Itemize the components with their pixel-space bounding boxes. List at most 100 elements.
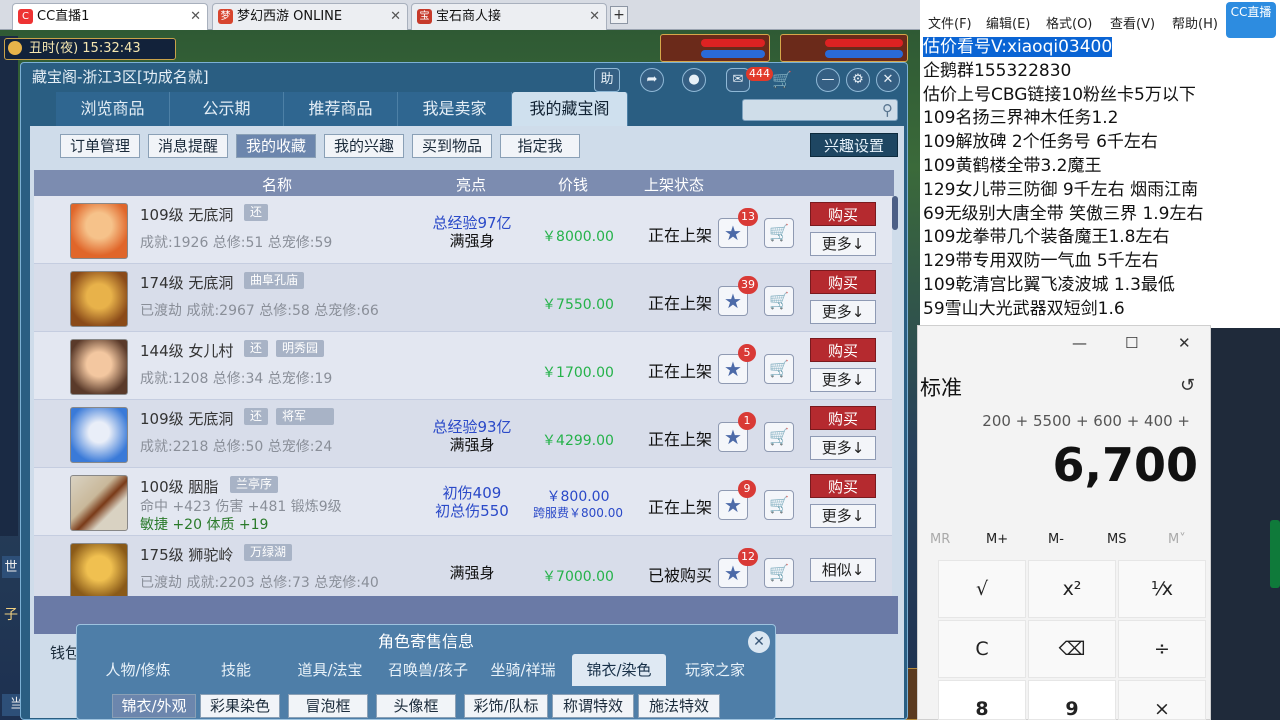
more-button[interactable]: 更多↓ [810, 436, 876, 460]
add-to-cart-icon[interactable]: 🛒 [764, 490, 794, 520]
menu-help[interactable]: 帮助(H) [1172, 13, 1218, 32]
add-to-cart-icon[interactable]: 🛒 [764, 286, 794, 316]
table-row[interactable]: 144级 女儿村 还 明秀园 成就:1208 总修:34 总宠修:19 ￥170… [34, 332, 892, 400]
interest-settings-button[interactable]: 兴趣设置 [810, 133, 898, 157]
my-favorites-button[interactable]: 我的收藏 [236, 134, 316, 158]
menu-format[interactable]: 格式(O) [1046, 13, 1092, 32]
buy-button[interactable]: 购买 [810, 202, 876, 226]
browser-tab-cc-live[interactable]: C CC直播1 ✕ [12, 3, 208, 30]
help-button[interactable]: 助 [594, 68, 620, 92]
subtab-dye[interactable]: 彩果染色 [200, 694, 280, 718]
weapon-icon[interactable] [70, 475, 128, 531]
tab-my-cbg[interactable]: 我的藏宝阁 [512, 92, 628, 126]
browser-tab-gem[interactable]: 宝 宝石商人接 ✕ [411, 3, 607, 30]
digit-9-key[interactable]: 9 [1028, 680, 1116, 720]
multiply-key[interactable]: × [1118, 680, 1206, 720]
add-to-cart-icon[interactable]: 🛒 [764, 558, 794, 588]
tab-skills[interactable]: 技能 [194, 654, 278, 686]
notepad-text[interactable]: 估价看号V:xiaoqi03400 企鹅群155322830 估价上号CBG链接… [923, 36, 1273, 322]
my-interests-button[interactable]: 我的兴趣 [324, 134, 404, 158]
more-button[interactable]: 更多↓ [810, 232, 876, 256]
maximize-button[interactable]: ☐ [1125, 334, 1138, 352]
record-icon[interactable]: ● [682, 68, 706, 92]
tab-browse[interactable]: 浏览商品 [56, 92, 170, 126]
similar-button[interactable]: 相似↓ [810, 558, 876, 582]
table-row[interactable]: 109级 无底洞 还 将军 成就:2218 总修:50 总宠修:24 总经验93… [34, 400, 892, 468]
more-button[interactable]: 更多↓ [810, 504, 876, 528]
square-key[interactable]: x² [1028, 560, 1116, 618]
tab-publicity[interactable]: 公示期 [170, 92, 284, 126]
close-icon[interactable]: ✕ [748, 631, 770, 653]
subtab-outfit[interactable]: 锦衣/外观 [112, 694, 196, 718]
menu-edit[interactable]: 编辑(E) [986, 13, 1030, 32]
browser-tab-game[interactable]: 梦 梦幻西游 ONLINE ✕ [212, 3, 408, 30]
subtab-cast-effect[interactable]: 施法特效 [638, 694, 720, 718]
table-row[interactable]: 174级 无底洞 曲阜孔庙 已渡劫 成就:2967 总修:58 总宠修:66 ￥… [34, 264, 892, 332]
search-input[interactable]: ⚲ [742, 99, 898, 121]
subtab-bubble[interactable]: 冒泡框 [288, 694, 368, 718]
memory-subtract[interactable]: M- [1048, 532, 1064, 547]
minimize-button[interactable]: — [1072, 334, 1087, 352]
add-to-cart-icon[interactable]: 🛒 [764, 422, 794, 452]
gear-icon[interactable]: ⚙ [846, 68, 870, 92]
memory-mr[interactable]: MR [930, 532, 950, 547]
close-tab-icon[interactable]: ✕ [190, 4, 201, 30]
history-icon[interactable]: ↺ [1180, 375, 1195, 396]
share-icon[interactable]: ➦ [640, 68, 664, 92]
buy-button[interactable]: 购买 [810, 338, 876, 362]
avatar[interactable] [70, 407, 128, 463]
tab-outfits[interactable]: 锦衣/染色 [572, 654, 666, 686]
clear-key[interactable]: C [938, 620, 1026, 678]
tab-home[interactable]: 玩家之家 [670, 654, 760, 686]
buy-button[interactable]: 购买 [810, 406, 876, 430]
new-tab-button[interactable]: + [610, 6, 628, 24]
add-to-cart-icon[interactable]: 🛒 [764, 354, 794, 384]
message-reminder-button[interactable]: 消息提醒 [148, 134, 228, 158]
menu-file[interactable]: 文件(F) [928, 13, 972, 32]
tab-recommended[interactable]: 推荐商品 [284, 92, 398, 126]
avatar[interactable] [70, 339, 128, 395]
bought-items-button[interactable]: 买到物品 [412, 134, 492, 158]
world-channel-label[interactable]: 世 [2, 556, 20, 578]
subtab-title-effect[interactable]: 称谓特效 [552, 694, 634, 718]
reciprocal-key[interactable]: ¹⁄x [1118, 560, 1206, 618]
side-scrollbar[interactable] [1270, 520, 1280, 588]
memory-add[interactable]: M+ [986, 532, 1008, 547]
backspace-key[interactable]: ⌫ [1028, 620, 1116, 678]
table-row[interactable]: 175级 狮驼岭 万绿湖 已渡劫 成就:2203 总修:73 总宠修:40 满强… [34, 536, 892, 596]
tab-summons[interactable]: 召唤兽/孩子 [380, 654, 476, 686]
close-tab-icon[interactable]: ✕ [390, 4, 401, 30]
minimize-icon[interactable]: — [816, 68, 840, 92]
more-button[interactable]: 更多↓ [810, 368, 876, 392]
add-to-cart-icon[interactable]: 🛒 [764, 218, 794, 248]
menu-view[interactable]: 查看(V) [1110, 13, 1155, 32]
close-icon[interactable]: ✕ [876, 68, 900, 92]
avatar[interactable] [70, 271, 128, 327]
sqrt-key[interactable]: √ [938, 560, 1026, 618]
table-row[interactable]: 109级 无底洞 还 成就:1926 总修:51 总宠修:59 总经验97亿 满… [34, 196, 892, 264]
buy-button[interactable]: 购买 [810, 270, 876, 294]
tab-seller[interactable]: 我是卖家 [398, 92, 512, 126]
tab-character[interactable]: 人物/修炼 [92, 654, 184, 686]
subtab-avatar-frame[interactable]: 头像框 [376, 694, 456, 718]
tab-items[interactable]: 道具/法宝 [286, 654, 374, 686]
assigned-to-me-button[interactable]: 指定我 [500, 134, 580, 158]
close-tab-icon[interactable]: ✕ [589, 4, 600, 30]
avatar[interactable] [70, 203, 128, 259]
browser-tab-label: 梦幻西游 ONLINE [237, 9, 343, 24]
close-button[interactable]: ✕ [1178, 334, 1191, 352]
character-name: 144级 女儿村 [140, 342, 234, 360]
avatar[interactable] [70, 543, 128, 596]
tab-mounts[interactable]: 坐骑/祥瑞 [480, 654, 566, 686]
digit-8-key[interactable]: 8 [938, 680, 1026, 720]
cart-icon[interactable]: 🛒 [772, 70, 792, 89]
buy-button[interactable]: 购买 [810, 474, 876, 498]
more-button[interactable]: 更多↓ [810, 300, 876, 324]
order-management-button[interactable]: 订单管理 [60, 134, 140, 158]
table-scrollbar[interactable] [892, 196, 898, 230]
memory-view[interactable]: M˅ [1168, 532, 1186, 547]
subtab-team-badge[interactable]: 彩饰/队标 [464, 694, 548, 718]
table-row[interactable]: 100级 胭脂 兰亭序 命中 +423 伤害 +481 锻炼9级 敏捷 +20 … [34, 468, 892, 536]
memory-store[interactable]: MS [1107, 532, 1126, 547]
divide-key[interactable]: ÷ [1118, 620, 1206, 678]
